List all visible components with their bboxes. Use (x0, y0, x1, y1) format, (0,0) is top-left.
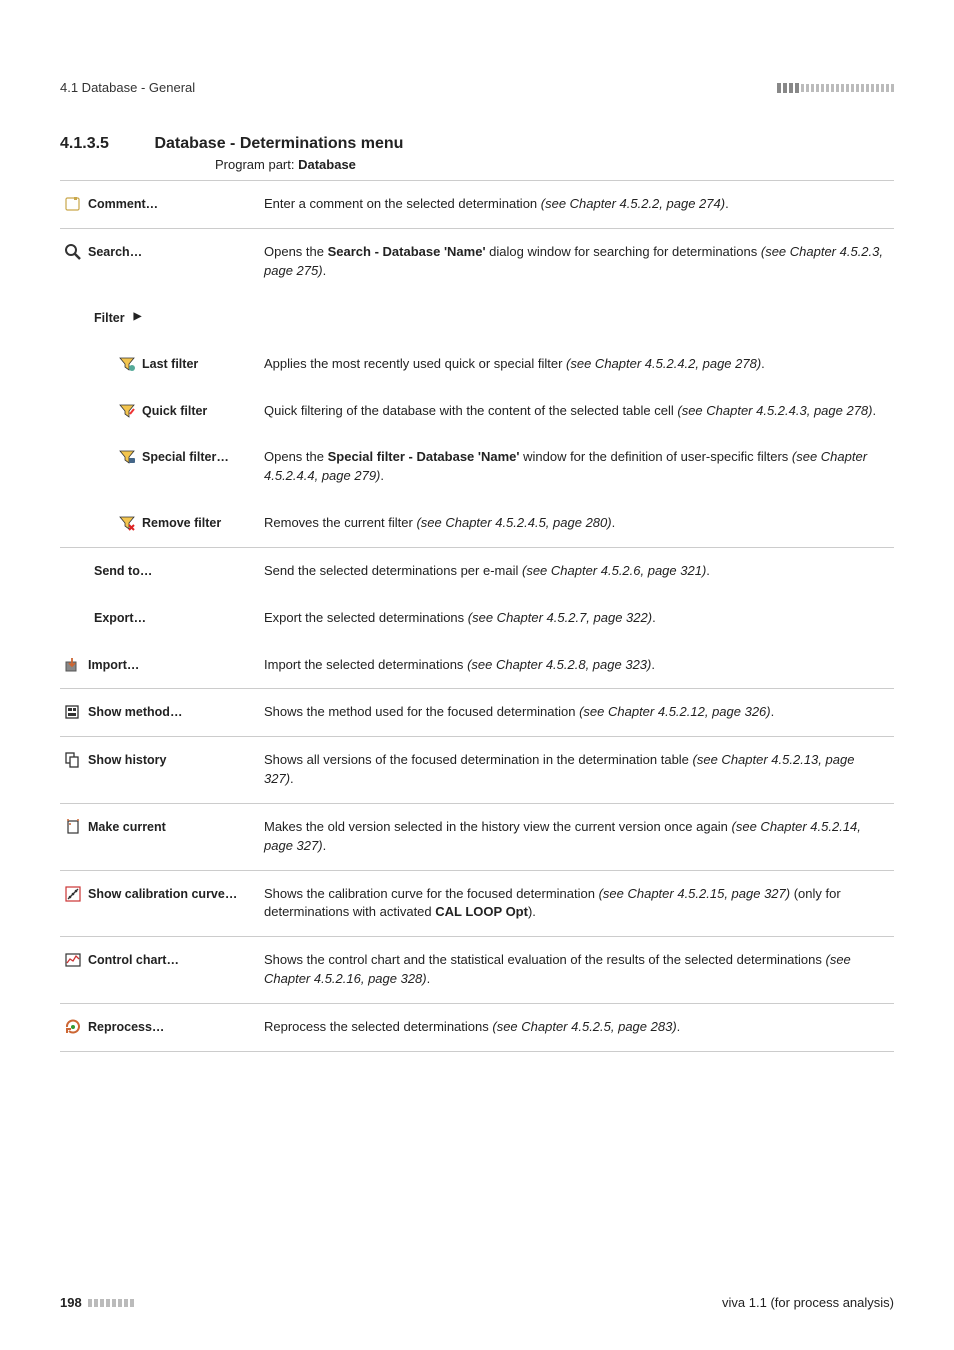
menu-item-desc: Removes the current filter (see Chapter … (260, 500, 894, 547)
page-number: 198 (60, 1295, 82, 1310)
menu-item-label: Show history (88, 751, 166, 769)
menu-item-label: Show calibration curve… (88, 885, 237, 903)
menu-item-desc: Shows the method used for the focused de… (260, 689, 894, 737)
menu-item-desc: Enter a comment on the selected determin… (260, 181, 894, 229)
table-row: Remove filter Removes the current filter… (60, 500, 894, 547)
table-row: Special filter… Opens the Special filter… (60, 434, 894, 500)
section-heading: 4.1.3.5 Database - Determinations menu (60, 135, 894, 153)
menu-description-table: Comment… Enter a comment on the selected… (60, 180, 894, 1052)
reprocess-icon (64, 1018, 82, 1036)
menu-item-label: Filter (94, 309, 125, 327)
table-row: Quick filter Quick filtering of the data… (60, 388, 894, 435)
menu-item-desc: Import the selected determinations (see … (260, 642, 894, 689)
subheading-prefix: Program part: (215, 157, 298, 172)
menu-item-label: Import… (88, 656, 139, 674)
footer-right-text: viva 1.1 (for process analysis) (722, 1295, 894, 1310)
page-header: 4.1 Database - General (60, 80, 894, 95)
calibration-curve-icon (64, 885, 82, 903)
import-icon (64, 656, 82, 674)
submenu-arrow-icon: ▶ (134, 310, 142, 325)
table-row: Show method… Shows the method used for t… (60, 689, 894, 737)
table-row: Make current Makes the old version selec… (60, 803, 894, 870)
menu-item-desc: Quick filtering of the database with the… (260, 388, 894, 435)
table-row: Search… Opens the Search - Database 'Nam… (60, 228, 894, 294)
heading-title: Database - Determinations menu (154, 135, 403, 152)
filter-remove-icon (118, 514, 136, 532)
table-row: Reprocess… Reprocess the selected determ… (60, 1004, 894, 1052)
menu-item-label: Send to… (94, 564, 152, 578)
control-chart-icon (64, 951, 82, 969)
filter-quick-icon (118, 402, 136, 420)
menu-item-label: Last filter (142, 355, 198, 373)
menu-item-desc: Makes the old version selected in the hi… (260, 803, 894, 870)
make-current-icon (64, 818, 82, 836)
table-row: Filter ▶ (60, 295, 894, 341)
table-row: Import… Import the selected determinatio… (60, 642, 894, 689)
comment-icon (64, 195, 82, 213)
subheading-bold: Database (298, 157, 356, 172)
menu-item-label: Comment… (88, 195, 158, 213)
menu-item-desc: Reprocess the selected determinations (s… (260, 1004, 894, 1052)
page-footer: 198 viva 1.1 (for process analysis) (60, 1295, 894, 1310)
menu-item-label: Quick filter (142, 402, 207, 420)
subheading: Program part: Database (215, 157, 894, 172)
menu-item-label: Special filter… (142, 448, 229, 466)
menu-item-label: Control chart… (88, 951, 179, 969)
heading-number: 4.1.3.5 (60, 135, 150, 153)
menu-item-desc: Opens the Search - Database 'Name' dialo… (260, 228, 894, 294)
menu-item-desc: Opens the Special filter - Database 'Nam… (260, 434, 894, 500)
menu-item-desc: Shows the calibration curve for the focu… (260, 870, 894, 937)
menu-item-label: Show method… (88, 703, 182, 721)
menu-item-label: Reprocess… (88, 1018, 164, 1036)
menu-item-desc: Send the selected determinations per e-m… (260, 547, 894, 594)
show-history-icon (64, 751, 82, 769)
filter-last-icon (118, 355, 136, 373)
table-row: Show history Shows all versions of the f… (60, 737, 894, 804)
menu-item-label: Export… (94, 611, 146, 625)
show-method-icon (64, 703, 82, 721)
table-row: Export… Export the selected determinatio… (60, 595, 894, 642)
menu-item-desc: Shows the control chart and the statisti… (260, 937, 894, 1004)
table-row: Last filter Applies the most recently us… (60, 341, 894, 388)
table-row: Show calibration curve… Shows the calibr… (60, 870, 894, 937)
header-section-text: 4.1 Database - General (60, 80, 195, 95)
footer-ticks-icon (88, 1299, 134, 1307)
filter-special-icon (118, 448, 136, 466)
menu-item-label: Search… (88, 243, 142, 261)
menu-item-desc: Export the selected determinations (see … (260, 595, 894, 642)
table-row: Send to… Send the selected determination… (60, 547, 894, 594)
header-ticks-icon (777, 83, 894, 93)
menu-item-desc (260, 295, 894, 341)
table-row: Comment… Enter a comment on the selected… (60, 181, 894, 229)
menu-item-label: Remove filter (142, 514, 221, 532)
table-row: Control chart… Shows the control chart a… (60, 937, 894, 1004)
menu-item-label: Make current (88, 818, 166, 836)
menu-item-desc: Shows all versions of the focused determ… (260, 737, 894, 804)
search-icon (64, 243, 82, 261)
menu-item-desc: Applies the most recently used quick or … (260, 341, 894, 388)
